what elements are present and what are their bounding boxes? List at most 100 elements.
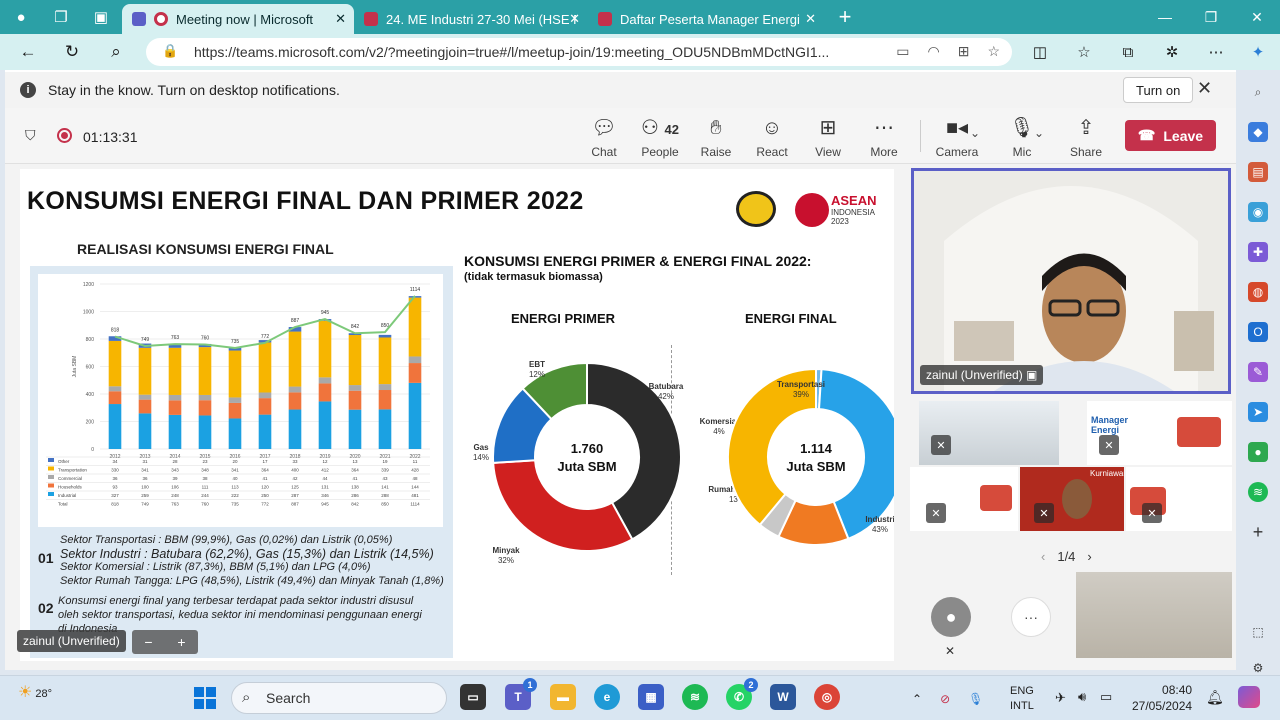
designer-icon[interactable]: ✎: [1248, 362, 1268, 382]
file-explorer-icon[interactable]: ▬: [550, 684, 576, 710]
person-icon[interactable]: ◉: [1248, 202, 1268, 222]
restore-icon[interactable]: ❐: [1188, 0, 1234, 34]
app-available-icon[interactable]: ⊞: [958, 43, 970, 60]
tab-pdf-industri[interactable]: 24. ME Industri 27-30 Mei (HSE P ✕: [354, 4, 588, 34]
teams-taskbar-icon[interactable]: T1: [505, 678, 537, 710]
asean-country: INDONESIA: [831, 208, 876, 217]
bar-segment: [258, 414, 272, 449]
zoom-in-icon[interactable]: +: [177, 634, 185, 650]
tab-teams-meeting[interactable]: Meeting now | Microsoft Teams ✕: [122, 4, 354, 34]
close-tab-icon[interactable]: ✕: [569, 11, 580, 27]
clock[interactable]: 08:40 27/05/2024: [1132, 682, 1192, 714]
add-icon[interactable]: +: [1248, 522, 1268, 542]
active-speaker-video[interactable]: zainul (Unverified) ▣: [911, 168, 1231, 394]
workspaces-icon[interactable]: ❐: [46, 2, 76, 32]
camera-options-chevron-icon[interactable]: ⌄: [965, 126, 985, 140]
people-button[interactable]: ⚇ 42 People: [635, 116, 685, 159]
lock-icon[interactable]: 🔒: [162, 43, 178, 59]
chevron-right-icon[interactable]: ›: [1087, 549, 1091, 564]
chevron-left-icon[interactable]: ‹: [1041, 549, 1045, 564]
taskbar-search[interactable]: ⌕ Search: [231, 682, 447, 714]
language-indicator[interactable]: ENG INTL: [1010, 684, 1034, 714]
meet-now-icon[interactable]: ⊘: [940, 692, 950, 706]
participant-tile[interactable]: ✕: [919, 401, 1059, 465]
turn-on-button[interactable]: Turn on: [1123, 77, 1194, 103]
info-icon: i: [20, 82, 36, 98]
screenshot-icon[interactable]: ⬚: [1248, 622, 1268, 642]
camera-blocked-icon[interactable]: ▭: [896, 43, 909, 60]
games-icon[interactable]: ✚: [1248, 242, 1268, 262]
collections-icon[interactable]: ⧉: [1106, 34, 1150, 70]
lang-secondary: INTL: [1010, 700, 1034, 712]
share-button[interactable]: ⇪ Share: [1061, 116, 1111, 159]
bar-segment: [198, 400, 212, 416]
start-button[interactable]: [194, 687, 216, 709]
headset-icon[interactable]: ◠: [927, 43, 939, 60]
edge-icon[interactable]: e: [594, 684, 620, 710]
participant-tile[interactable]: ✕: [910, 467, 1018, 531]
copilot-icon[interactable]: ✦: [1236, 34, 1280, 70]
close-tab-icon[interactable]: ✕: [335, 11, 346, 27]
volume-icon[interactable]: 🔊︎: [1078, 689, 1086, 705]
whatsapp-icon[interactable]: ✆ 2: [726, 678, 758, 710]
participant-tile[interactable]: Manager Energi ✕: [1087, 401, 1232, 465]
word-icon[interactable]: W: [770, 684, 796, 710]
tools-icon[interactable]: ▤: [1248, 162, 1268, 182]
profile-icon[interactable]: ●: [6, 2, 36, 32]
chevron-up-icon[interactable]: ⌃: [912, 692, 922, 706]
more-button[interactable]: ⋯ More: [859, 116, 909, 159]
favorite-star-icon[interactable]: ☆: [987, 43, 1000, 60]
weather-widget[interactable]: ☀ 28°: [18, 682, 52, 702]
notification-bell-icon[interactable]: 🔔︎: [1206, 689, 1224, 706]
close-tab-icon[interactable]: ✕: [805, 11, 816, 27]
participant-tile[interactable]: ✕: [1126, 467, 1232, 531]
minimize-icon[interactable]: —: [1142, 0, 1188, 34]
raise-hand-button[interactable]: ✋︎ Raise: [691, 116, 741, 159]
chrome-icon[interactable]: ◎: [814, 684, 840, 710]
battery-icon[interactable]: ▭: [1100, 689, 1112, 705]
close-icon[interactable]: ✕: [1197, 78, 1212, 99]
spotify-icon[interactable]: ≋: [682, 684, 708, 710]
refresh-icon[interactable]: ↻: [54, 34, 90, 70]
task-view-icon[interactable]: ▭: [460, 684, 486, 710]
view-button[interactable]: ⊞ View: [803, 116, 853, 159]
participant-tile-room[interactable]: [1076, 572, 1232, 658]
shopping-icon[interactable]: ◆: [1248, 122, 1268, 142]
extensions-icon[interactable]: ✲: [1150, 34, 1194, 70]
drop-icon[interactable]: ●: [1248, 442, 1268, 462]
close-window-icon[interactable]: ✕: [1234, 0, 1280, 34]
chat-button[interactable]: 💬︎ Chat: [579, 116, 629, 159]
network-icon[interactable]: ✈︎: [1055, 690, 1066, 706]
copilot-taskbar-icon[interactable]: [1238, 686, 1260, 708]
url-field[interactable]: 🔒 https://teams.microsoft.com/v2/?meetin…: [146, 38, 1012, 66]
more-participants-button[interactable]: ···: [1011, 597, 1051, 637]
spotify-icon[interactable]: ≋: [1248, 482, 1268, 502]
store-icon[interactable]: ▦: [638, 684, 664, 710]
react-button[interactable]: ☺ React: [747, 116, 797, 159]
office-icon[interactable]: ◍: [1248, 282, 1268, 302]
leave-button[interactable]: ☎︎ Leave: [1125, 120, 1216, 151]
participant-tile[interactable]: Kurniawan ✕: [1020, 467, 1124, 531]
tab-pdf-daftar[interactable]: Daftar Peserta Manager Energi B ✕: [588, 4, 824, 34]
settings-more-icon[interactable]: ⋯: [1194, 34, 1238, 70]
mic-options-chevron-icon[interactable]: ⌄: [1029, 126, 1049, 140]
bar-segment: [198, 415, 212, 449]
search-icon[interactable]: ⌕: [98, 34, 134, 70]
favorites-icon[interactable]: ☆: [1062, 34, 1106, 70]
primer-title: ENERGI PRIMER: [511, 311, 616, 326]
table-cell: 364: [351, 468, 359, 473]
back-icon[interactable]: ←: [10, 34, 46, 70]
search-icon[interactable]: ⌕: [1248, 82, 1268, 102]
speaker-scene: [914, 171, 1228, 391]
split-screen-icon[interactable]: ◫: [1018, 34, 1062, 70]
shield-icon[interactable]: ⛉: [25, 127, 36, 144]
zoom-out-icon[interactable]: −: [144, 634, 152, 650]
new-tab-icon[interactable]: +: [830, 2, 860, 32]
outlook-icon[interactable]: O: [1248, 322, 1268, 342]
avatar[interactable]: ●: [931, 597, 971, 637]
note-block: 01 Sektor Transportasi : BBM (99,9%), Gas…: [38, 534, 448, 588]
send-icon[interactable]: ➤: [1248, 402, 1268, 422]
table-row-label: Households: [58, 485, 83, 490]
tab-actions-icon[interactable]: ▣: [86, 2, 116, 32]
mic-icon[interactable]: 🎙︎: [968, 692, 983, 706]
